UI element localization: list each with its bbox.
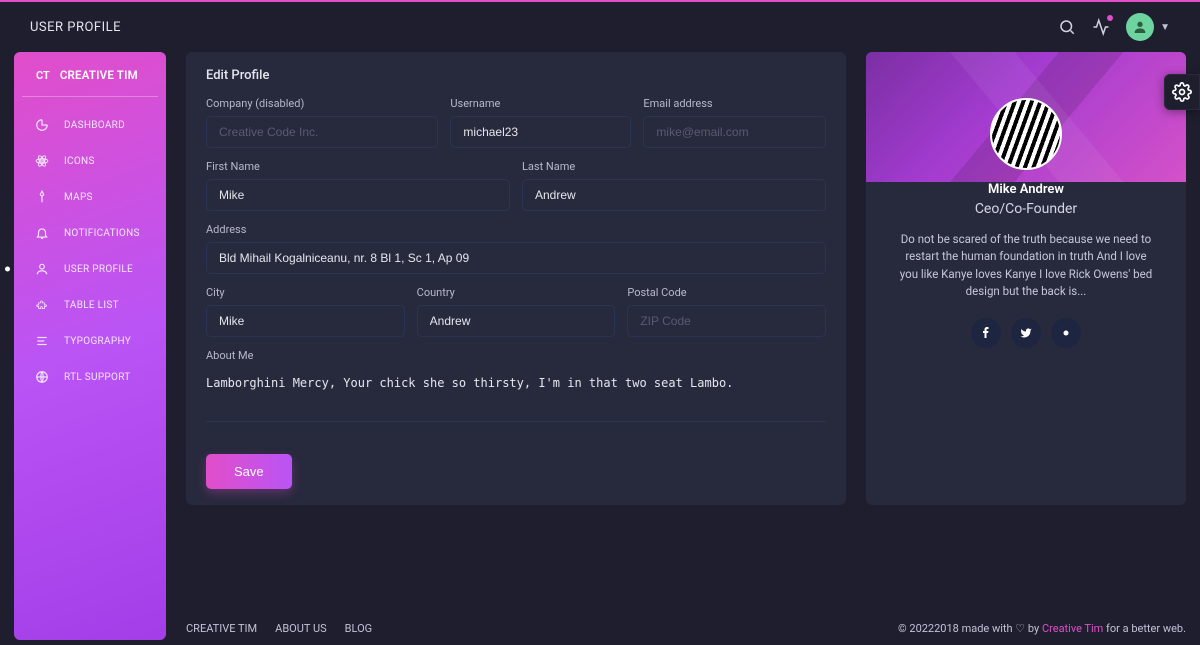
chevron-down-icon[interactable]: ▼ bbox=[1160, 22, 1170, 33]
firstname-field[interactable] bbox=[206, 179, 510, 211]
lastname-field[interactable] bbox=[522, 179, 826, 211]
about-field[interactable] bbox=[206, 368, 826, 422]
sidebar-item-label: TABLE LIST bbox=[64, 300, 119, 311]
sidebar: CT CREATIVE TIM DASHBOARD ICONS MAPS NOT… bbox=[14, 52, 166, 640]
sidebar-item-table-list[interactable]: TABLE LIST bbox=[14, 287, 166, 323]
card-title: Edit Profile bbox=[206, 68, 826, 83]
city-field[interactable] bbox=[206, 305, 405, 337]
footer-link-creative-tim[interactable]: CREATIVE TIM bbox=[186, 622, 257, 635]
company-label: Company (disabled) bbox=[206, 97, 438, 110]
address-field[interactable] bbox=[206, 242, 826, 274]
profile-name: Mike Andrew bbox=[886, 182, 1166, 197]
sidebar-item-rtl[interactable]: RTL SUPPORT bbox=[14, 359, 166, 395]
profile-bio: Do not be scared of the truth because we… bbox=[886, 231, 1166, 300]
user-icon bbox=[34, 261, 50, 277]
username-label: Username bbox=[450, 97, 631, 110]
footer: CREATIVE TIM ABOUT US BLOG © 20222018 ma… bbox=[14, 622, 1186, 635]
user-avatar-menu[interactable] bbox=[1126, 13, 1154, 41]
postal-label: Postal Code bbox=[627, 286, 826, 299]
notification-dot bbox=[1107, 15, 1113, 21]
address-label: Address bbox=[206, 223, 826, 236]
settings-gear-icon[interactable] bbox=[1164, 74, 1200, 110]
lastname-label: Last Name bbox=[522, 160, 826, 173]
email-field[interactable] bbox=[643, 116, 826, 148]
sidebar-item-user-profile[interactable]: USER PROFILE bbox=[14, 251, 166, 287]
about-label: About Me bbox=[206, 349, 826, 362]
footer-link-blog[interactable]: BLOG bbox=[345, 622, 373, 635]
sidebar-item-label: ICONS bbox=[64, 156, 95, 167]
sidebar-item-dashboard[interactable]: DASHBOARD bbox=[14, 107, 166, 143]
page-title: USER PROFILE bbox=[30, 20, 121, 35]
sidebar-item-label: TYPOGRAPHY bbox=[64, 336, 131, 347]
facebook-icon[interactable] bbox=[971, 318, 1001, 348]
country-field[interactable] bbox=[417, 305, 616, 337]
sidebar-item-label: MAPS bbox=[64, 192, 93, 203]
sidebar-item-icons[interactable]: ICONS bbox=[14, 143, 166, 179]
puzzle-icon bbox=[34, 297, 50, 313]
sidebar-item-label: DASHBOARD bbox=[64, 120, 125, 131]
twitter-icon[interactable] bbox=[1011, 318, 1041, 348]
bell-icon bbox=[34, 225, 50, 241]
brand-badge: CT bbox=[36, 69, 50, 82]
google-icon[interactable] bbox=[1051, 318, 1081, 348]
chart-icon bbox=[34, 117, 50, 133]
sidebar-item-typography[interactable]: TYPOGRAPHY bbox=[14, 323, 166, 359]
align-icon bbox=[34, 333, 50, 349]
globe-icon bbox=[34, 369, 50, 385]
city-label: City bbox=[206, 286, 405, 299]
footer-credit-link[interactable]: Creative Tim bbox=[1042, 622, 1103, 635]
sidebar-item-notifications[interactable]: NOTIFICATIONS bbox=[14, 215, 166, 251]
pin-icon bbox=[34, 189, 50, 205]
username-field[interactable] bbox=[450, 116, 631, 148]
sidebar-item-label: USER PROFILE bbox=[64, 264, 133, 275]
profile-card: Mike Andrew Ceo/Co-Founder Do not be sca… bbox=[866, 52, 1186, 505]
firstname-label: First Name bbox=[206, 160, 510, 173]
sidebar-item-label: RTL SUPPORT bbox=[64, 372, 131, 383]
email-label: Email address bbox=[643, 97, 826, 110]
postal-field[interactable] bbox=[627, 305, 826, 337]
brand-name: CREATIVE TIM bbox=[60, 68, 138, 82]
atom-icon bbox=[34, 153, 50, 169]
sidebar-item-label: NOTIFICATIONS bbox=[64, 228, 140, 239]
edit-profile-card: Edit Profile Company (disabled) Username… bbox=[186, 52, 846, 505]
activity-icon[interactable] bbox=[1084, 10, 1118, 44]
search-icon[interactable] bbox=[1050, 10, 1084, 44]
sidebar-item-maps[interactable]: MAPS bbox=[14, 179, 166, 215]
save-button[interactable]: Save bbox=[206, 454, 292, 489]
sidebar-brand[interactable]: CT CREATIVE TIM bbox=[22, 68, 158, 97]
profile-avatar[interactable] bbox=[990, 98, 1062, 170]
profile-role: Ceo/Co-Founder bbox=[886, 201, 1166, 217]
company-field bbox=[206, 116, 438, 148]
country-label: Country bbox=[417, 286, 616, 299]
footer-link-about[interactable]: ABOUT US bbox=[275, 622, 326, 635]
footer-credit: © 20222018 made with ♡ by Creative Tim f… bbox=[898, 622, 1186, 635]
